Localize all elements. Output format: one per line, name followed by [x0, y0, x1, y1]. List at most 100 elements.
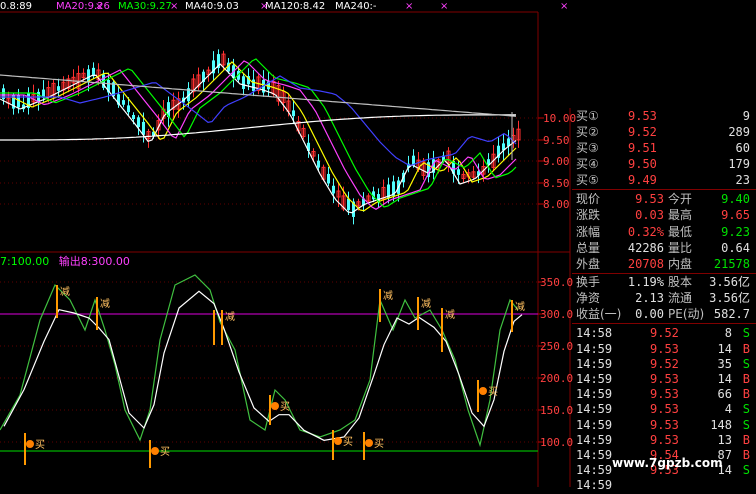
bid-price: 9.49 — [628, 173, 657, 187]
bid-row[interactable]: 买⑤ 9.49 23 — [572, 172, 756, 189]
stat-label: 股本 — [668, 274, 693, 289]
stat-value: 3.56亿 — [709, 274, 750, 289]
trade-tick-row: 14:59 — [572, 477, 756, 494]
indicator-legend: 7:100.00 输出8:300.00 — [0, 255, 130, 269]
bid-price: 9.53 — [628, 109, 657, 123]
stat-value: 582.7 — [713, 307, 750, 322]
bid-price: 9.52 — [628, 125, 657, 139]
ma-label: 0.8:89 — [0, 1, 32, 12]
stat-value: 9.65 — [721, 208, 750, 223]
ma-label: MA240:- — [335, 1, 377, 12]
stat-value: 20708 — [627, 257, 664, 272]
stat-label: 收益(一) — [576, 307, 622, 322]
price-tick-label: 9.00 — [543, 155, 570, 168]
watermark: www.7gpzb.com — [612, 456, 723, 470]
buy-signal-dot — [151, 447, 159, 455]
price-tick-label: 9.50 — [543, 134, 570, 147]
ma40-line — [0, 75, 517, 166]
stat-value: 0.00 — [635, 307, 664, 322]
sell-signal-label: 减 — [225, 311, 235, 323]
stat-value: 0.03 — [635, 208, 664, 223]
bid-label: 买② — [576, 125, 599, 139]
candle-body — [242, 76, 245, 89]
bid-row[interactable]: 买③ 9.51 60 — [572, 140, 756, 157]
bid-row[interactable]: 买① 9.53 9 — [572, 108, 756, 125]
panel-separator — [572, 323, 756, 325]
stat-label: 内盘 — [668, 257, 693, 272]
stat-row: 外盘 20708 内盘 21578 — [572, 256, 756, 273]
bid-volume: 9 — [742, 109, 750, 123]
stat-row: 涨幅 0.32% 最低 9.23 — [572, 224, 756, 241]
header-marker: × — [405, 1, 414, 12]
bid-label: 买④ — [576, 157, 599, 171]
candle-body — [127, 105, 130, 113]
header-marker: × — [170, 1, 179, 12]
sell-signal-label: 减 — [445, 309, 455, 321]
indicator-tick-label: 350.0 — [540, 276, 573, 289]
bid-label: 买③ — [576, 141, 599, 155]
sell-signal-label: 减 — [383, 290, 393, 302]
sell-signal-label: 减 — [60, 286, 70, 298]
header-marker: × — [440, 1, 449, 12]
stat-row: 换手 1.19% 股本 3.56亿 — [572, 274, 756, 291]
panel-separator — [572, 189, 756, 190]
candle-body — [142, 121, 145, 135]
stat-row: 涨跌 0.03 最高 9.65 — [572, 207, 756, 224]
stat-value: 9.23 — [721, 224, 750, 239]
output8-label: 输出8:300.00 — [58, 255, 130, 268]
stat-label: 现价 — [576, 192, 601, 206]
buy-signal-label: 买 — [374, 438, 384, 450]
sell-signal-label: 减 — [100, 298, 110, 310]
quote-panel: 买① 9.53 9 买② 9.52 289 买③ 9.51 60 买④ 9.50 179 买⑤ 9.49 2… — [572, 108, 756, 492]
stat-label: 涨幅 — [576, 224, 601, 239]
candle-body — [122, 100, 125, 105]
bid-price: 9.51 — [628, 141, 657, 155]
stat-label: 总量 — [576, 240, 601, 255]
ma-label: MA30:9.27 — [118, 1, 172, 12]
buy-signal-label: 买 — [160, 446, 170, 458]
bid-label: 买① — [576, 109, 599, 123]
candle-body — [87, 69, 90, 82]
stat-row: 现价 9.53 今开 9.40 — [572, 191, 756, 208]
bid-volume: 179 — [728, 157, 750, 171]
stat-row: 净资 2.13 流通 3.56亿 — [572, 290, 756, 307]
stat-label: 换手 — [576, 274, 601, 289]
candle-body — [252, 79, 255, 92]
fast-line — [0, 274, 519, 448]
bid-volume: 23 — [735, 173, 750, 187]
header-marker: × — [95, 1, 104, 12]
buy-signal-dot — [26, 440, 34, 448]
candle-body — [137, 117, 140, 128]
stat-value: 9.40 — [721, 192, 750, 206]
indicator-tick-label: 200.0 — [540, 372, 573, 385]
buy-signal-label: 买 — [280, 401, 290, 413]
buy-signal-dot — [271, 402, 279, 410]
ma120-line — [0, 114, 516, 141]
stat-label: 量比 — [668, 240, 693, 255]
stat-value: 0.64 — [721, 240, 750, 255]
bid-volume: 60 — [735, 141, 750, 155]
indicator-tick-label: 300.0 — [540, 308, 573, 321]
stat-value: 2.13 — [635, 290, 664, 305]
candle-body — [327, 173, 330, 184]
stat-value: 21578 — [713, 257, 750, 272]
buy-signal-dot — [365, 439, 373, 447]
candle-body — [332, 185, 335, 194]
bid-row[interactable]: 买② 9.52 289 — [572, 124, 756, 141]
stat-label: 外盘 — [576, 257, 601, 272]
stat-value: 9.53 — [635, 192, 664, 206]
ma-label: MA120:8.42 — [265, 1, 326, 12]
bid-label: 买⑤ — [576, 173, 599, 187]
sell-signal-label: 减 — [421, 298, 431, 310]
bid-row[interactable]: 买④ 9.50 179 — [572, 156, 756, 173]
stat-label: 净资 — [576, 290, 601, 305]
buy-signal-label: 买 — [35, 439, 45, 451]
stat-value: 42286 — [627, 240, 664, 255]
buy-signal-label: 买 — [488, 386, 498, 398]
candle-body — [457, 169, 460, 175]
price-tick-label: 8.50 — [543, 177, 570, 190]
indicator-tick-label: 250.0 — [540, 340, 573, 353]
stat-value: 0.32% — [627, 224, 664, 239]
stat-value: 3.56亿 — [709, 290, 750, 305]
stat-label: PE(动) — [668, 307, 705, 322]
